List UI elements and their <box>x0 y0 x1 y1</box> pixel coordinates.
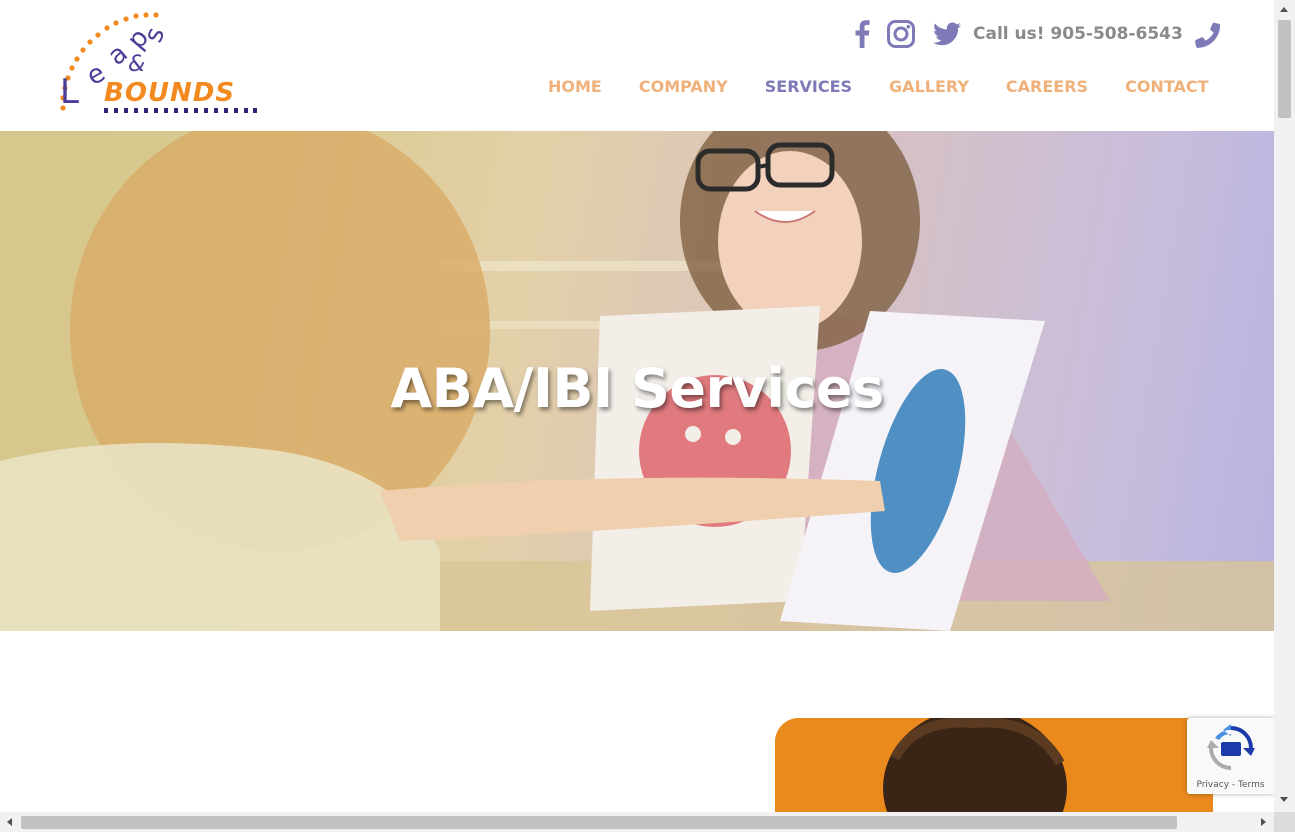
recaptcha-links: Privacy - Terms <box>1187 780 1274 790</box>
horizontal-scrollbar[interactable] <box>0 812 1274 832</box>
logo-bounds-word: BOUNDS <box>104 78 236 108</box>
horizontal-scroll-thumb[interactable] <box>21 816 1177 829</box>
child-photo <box>775 718 1213 812</box>
site-header: L e a p s & BOUNDS Call us! 905-508-6543… <box>0 0 1274 131</box>
scrollbar-corner <box>1274 812 1295 832</box>
facebook-icon[interactable] <box>851 18 873 50</box>
logo-letter: L <box>60 72 79 112</box>
hero-title: ABA/IBI Services <box>390 357 884 420</box>
nav-careers[interactable]: CAREERS <box>1006 77 1088 96</box>
scroll-right-arrow-icon[interactable] <box>1261 818 1266 826</box>
vertical-scroll-thumb[interactable] <box>1278 20 1291 118</box>
site-logo[interactable]: L e a p s & BOUNDS <box>58 12 262 116</box>
phone-icon[interactable] <box>1192 20 1222 50</box>
nav-gallery[interactable]: GALLERY <box>889 77 969 96</box>
recaptcha-icon <box>1207 724 1255 770</box>
main-nav: HOME COMPANY SERVICES GALLERY CAREERS CO… <box>548 77 1209 96</box>
vertical-scrollbar[interactable] <box>1274 0 1295 812</box>
nav-home[interactable]: HOME <box>548 77 602 96</box>
nav-contact[interactable]: CONTACT <box>1125 77 1208 96</box>
scroll-down-arrow-icon[interactable] <box>1280 797 1288 802</box>
hero-banner: ABA/IBI Services <box>0 131 1274 631</box>
recaptcha-privacy-link[interactable]: Privacy <box>1196 780 1229 790</box>
call-us-text: Call us! 905-508-6543 <box>973 24 1183 44</box>
recaptcha-separator: - <box>1229 780 1239 790</box>
logo-ampersand: & <box>128 52 146 77</box>
recaptcha-terms-link[interactable]: Terms <box>1238 780 1265 790</box>
nav-services[interactable]: SERVICES <box>765 77 852 96</box>
page: L e a p s & BOUNDS Call us! 905-508-6543… <box>0 0 1274 812</box>
scroll-up-arrow-icon[interactable] <box>1280 7 1288 12</box>
nav-company[interactable]: COMPANY <box>639 77 728 96</box>
recaptcha-badge[interactable]: Privacy - Terms <box>1187 718 1274 794</box>
instagram-icon[interactable] <box>885 18 917 50</box>
content-section <box>0 631 1274 812</box>
twitter-icon[interactable] <box>932 20 962 48</box>
scroll-left-arrow-icon[interactable] <box>7 818 12 826</box>
